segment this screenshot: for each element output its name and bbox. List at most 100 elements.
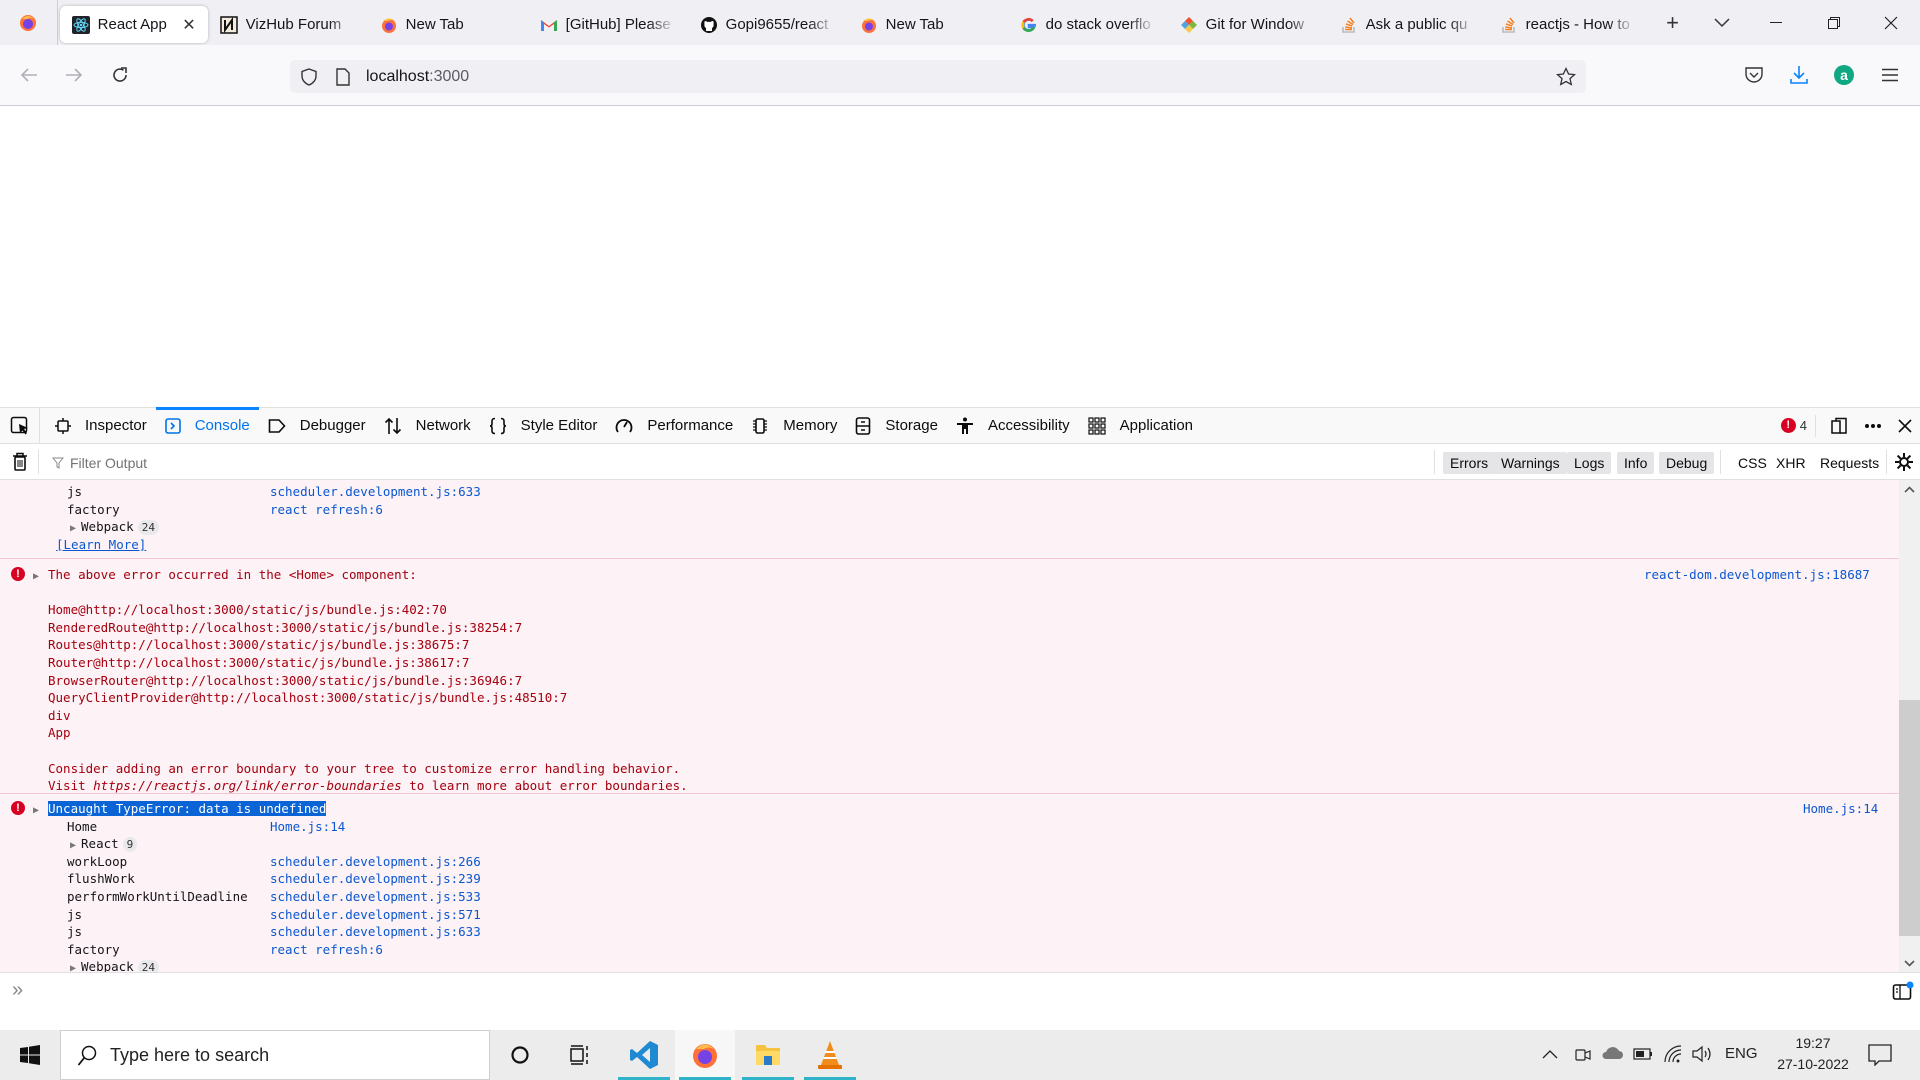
clock[interactable]: 19:27 27-10-2022 [1768, 1033, 1858, 1075]
browser-tab[interactable]: Git for Window [1168, 6, 1328, 43]
devtools-tab-console[interactable]: Console [155, 406, 259, 444]
account-button[interactable]: a [1828, 59, 1860, 91]
notification-center-icon[interactable] [1868, 1044, 1892, 1066]
devtools-tab-style-editor[interactable]: Style Editor [480, 408, 607, 444]
camera-app-icon[interactable] [1574, 1045, 1592, 1065]
browser-tab[interactable]: Gopi9655/react [688, 6, 848, 43]
filter-css-button[interactable]: CSS [1731, 452, 1774, 474]
devtools-tab-performance[interactable]: Performance [606, 408, 742, 444]
vscode-taskbar-app[interactable] [614, 1030, 674, 1080]
editor-mode-toggle-icon[interactable] [1892, 981, 1914, 1001]
filter-debug-button[interactable]: Debug [1659, 452, 1715, 474]
shield-icon[interactable] [300, 68, 318, 86]
responsive-design-button[interactable] [1822, 417, 1856, 435]
learn-more-link[interactable]: [Learn More] [56, 536, 146, 553]
close-window-button[interactable] [1862, 0, 1920, 45]
expand-arrow-icon[interactable]: ▶ [70, 840, 76, 851]
file-explorer-taskbar-app[interactable] [738, 1030, 798, 1080]
battery-icon[interactable] [1633, 1048, 1653, 1060]
reload-button[interactable] [104, 59, 136, 91]
error-source-link[interactable]: Home.js:14 [1803, 800, 1878, 817]
back-button[interactable] [13, 59, 45, 91]
firefox-taskbar-app[interactable] [675, 1030, 735, 1080]
stack-group-webpack[interactable]: ▶ Webpack 24 [70, 958, 159, 972]
filter-errors-button[interactable]: Errors [1443, 452, 1496, 474]
stack-frame-location-link[interactable]: react refresh:6 [270, 501, 383, 518]
expand-arrow-icon[interactable]: ▶ [70, 523, 76, 534]
forward-button[interactable] [58, 59, 90, 91]
devtools-options-button[interactable] [1856, 423, 1890, 429]
stack-frame-location-link[interactable]: scheduler.development.js:571 [270, 906, 481, 923]
taskbar-search-box[interactable]: Type here to search [60, 1030, 490, 1080]
url-bar[interactable]: localhost:3000 [290, 60, 1586, 93]
clear-console-icon[interactable] [12, 452, 28, 472]
new-tab-button[interactable]: + [1648, 0, 1698, 45]
devtools-tab-accessibility[interactable]: Accessibility [947, 408, 1079, 444]
vlc-taskbar-app[interactable] [800, 1030, 860, 1080]
devtools-tab-storage[interactable]: Storage [846, 408, 947, 444]
volume-icon[interactable] [1692, 1044, 1714, 1064]
list-all-tabs-button[interactable] [1697, 0, 1747, 45]
wifi-icon[interactable] [1663, 1044, 1683, 1064]
devtools-tab-debugger[interactable]: Debugger [259, 408, 375, 444]
close-devtools-button[interactable] [1890, 418, 1920, 433]
start-button[interactable] [0, 1030, 60, 1080]
selected-error-text[interactable]: Uncaught TypeError: data is undefined [48, 801, 327, 816]
filter-warnings-button[interactable]: Warnings [1494, 452, 1567, 474]
stack-frame-location-link[interactable]: scheduler.development.js:633 [270, 923, 481, 940]
console-input[interactable]: » [0, 972, 1920, 1030]
filter-output-input[interactable]: Filter Output [52, 452, 352, 474]
browser-tab[interactable]: [GitHub] Please [528, 6, 688, 43]
stack-frame-location-link[interactable]: scheduler.development.js:239 [270, 870, 481, 887]
filter-xhr-button[interactable]: XHR [1769, 452, 1813, 474]
browser-tab[interactable]: VizHub Forum [208, 6, 368, 43]
downloads-button[interactable] [1783, 59, 1815, 91]
browser-tab[interactable]: New Tab [848, 6, 1008, 43]
browser-tab[interactable]: React App ✕ [59, 6, 208, 43]
restore-button[interactable] [1805, 0, 1863, 45]
console-scrollbar[interactable] [1899, 480, 1920, 972]
console-settings-gear-icon[interactable] [1894, 452, 1914, 472]
stack-frame-location-link[interactable]: Home.js:14 [270, 818, 345, 835]
pocket-button[interactable] [1738, 59, 1770, 91]
firefox-menu-icon[interactable] [0, 0, 58, 45]
browser-tab[interactable]: New Tab [368, 6, 528, 43]
devtools-tab-network[interactable]: Network [375, 408, 480, 444]
cortana-button[interactable] [490, 1030, 550, 1080]
expand-message-arrow[interactable]: ▶ [33, 800, 44, 819]
scroll-up-icon[interactable] [1904, 486, 1915, 493]
show-hidden-icons-chevron-icon[interactable] [1542, 1049, 1558, 1059]
browser-tab[interactable]: reactjs - How to [1488, 6, 1648, 43]
bookmark-star-icon[interactable] [1556, 67, 1576, 87]
expand-arrow-icon[interactable]: ▶ [70, 963, 76, 972]
scrollbar-thumb[interactable] [1899, 700, 1920, 936]
url-text[interactable]: localhost:3000 [366, 68, 469, 86]
onedrive-cloud-icon[interactable] [1601, 1046, 1623, 1060]
minimize-button[interactable] [1747, 0, 1805, 45]
error-boundaries-link[interactable]: https://reactjs.org/link/error-boundarie… [93, 778, 402, 793]
stack-frame-location-link[interactable]: scheduler.development.js:266 [270, 853, 481, 870]
filter-requests-button[interactable]: Requests [1813, 452, 1886, 474]
app-menu-button[interactable] [1874, 59, 1906, 91]
error-count-badge[interactable]: ! 4 [1780, 414, 1816, 437]
element-picker-button[interactable] [0, 407, 40, 444]
stack-group-react[interactable]: ▶ React 9 [70, 835, 138, 854]
stack-frame-location-link[interactable]: scheduler.development.js:533 [270, 888, 481, 905]
page-icon[interactable] [336, 68, 350, 86]
task-view-button[interactable] [550, 1030, 610, 1080]
devtools-tab-memory[interactable]: Memory [742, 408, 846, 444]
stack-frame-location-link[interactable]: react refresh:6 [270, 941, 383, 958]
filter-logs-button[interactable]: Logs [1567, 452, 1612, 474]
error-source-link[interactable]: react-dom.development.js:18687 [1644, 566, 1870, 583]
devtools-tab-inspector[interactable]: Inspector [46, 408, 156, 444]
stack-frame-location-link[interactable]: scheduler.development.js:633 [270, 483, 481, 500]
filter-info-button[interactable]: Info [1617, 452, 1655, 474]
close-tab-icon[interactable]: ✕ [182, 15, 195, 35]
browser-tab[interactable]: Ask a public qu [1328, 6, 1488, 43]
expand-message-arrow[interactable]: ▶ [33, 566, 44, 585]
input-language-indicator[interactable]: ENG [1725, 1045, 1758, 1062]
scroll-down-icon[interactable] [1904, 960, 1915, 967]
stack-group-webpack[interactable]: ▶ Webpack 24 [70, 518, 159, 537]
browser-tab[interactable]: do stack overflo [1008, 6, 1168, 43]
devtools-tab-application[interactable]: Application [1079, 408, 1202, 444]
